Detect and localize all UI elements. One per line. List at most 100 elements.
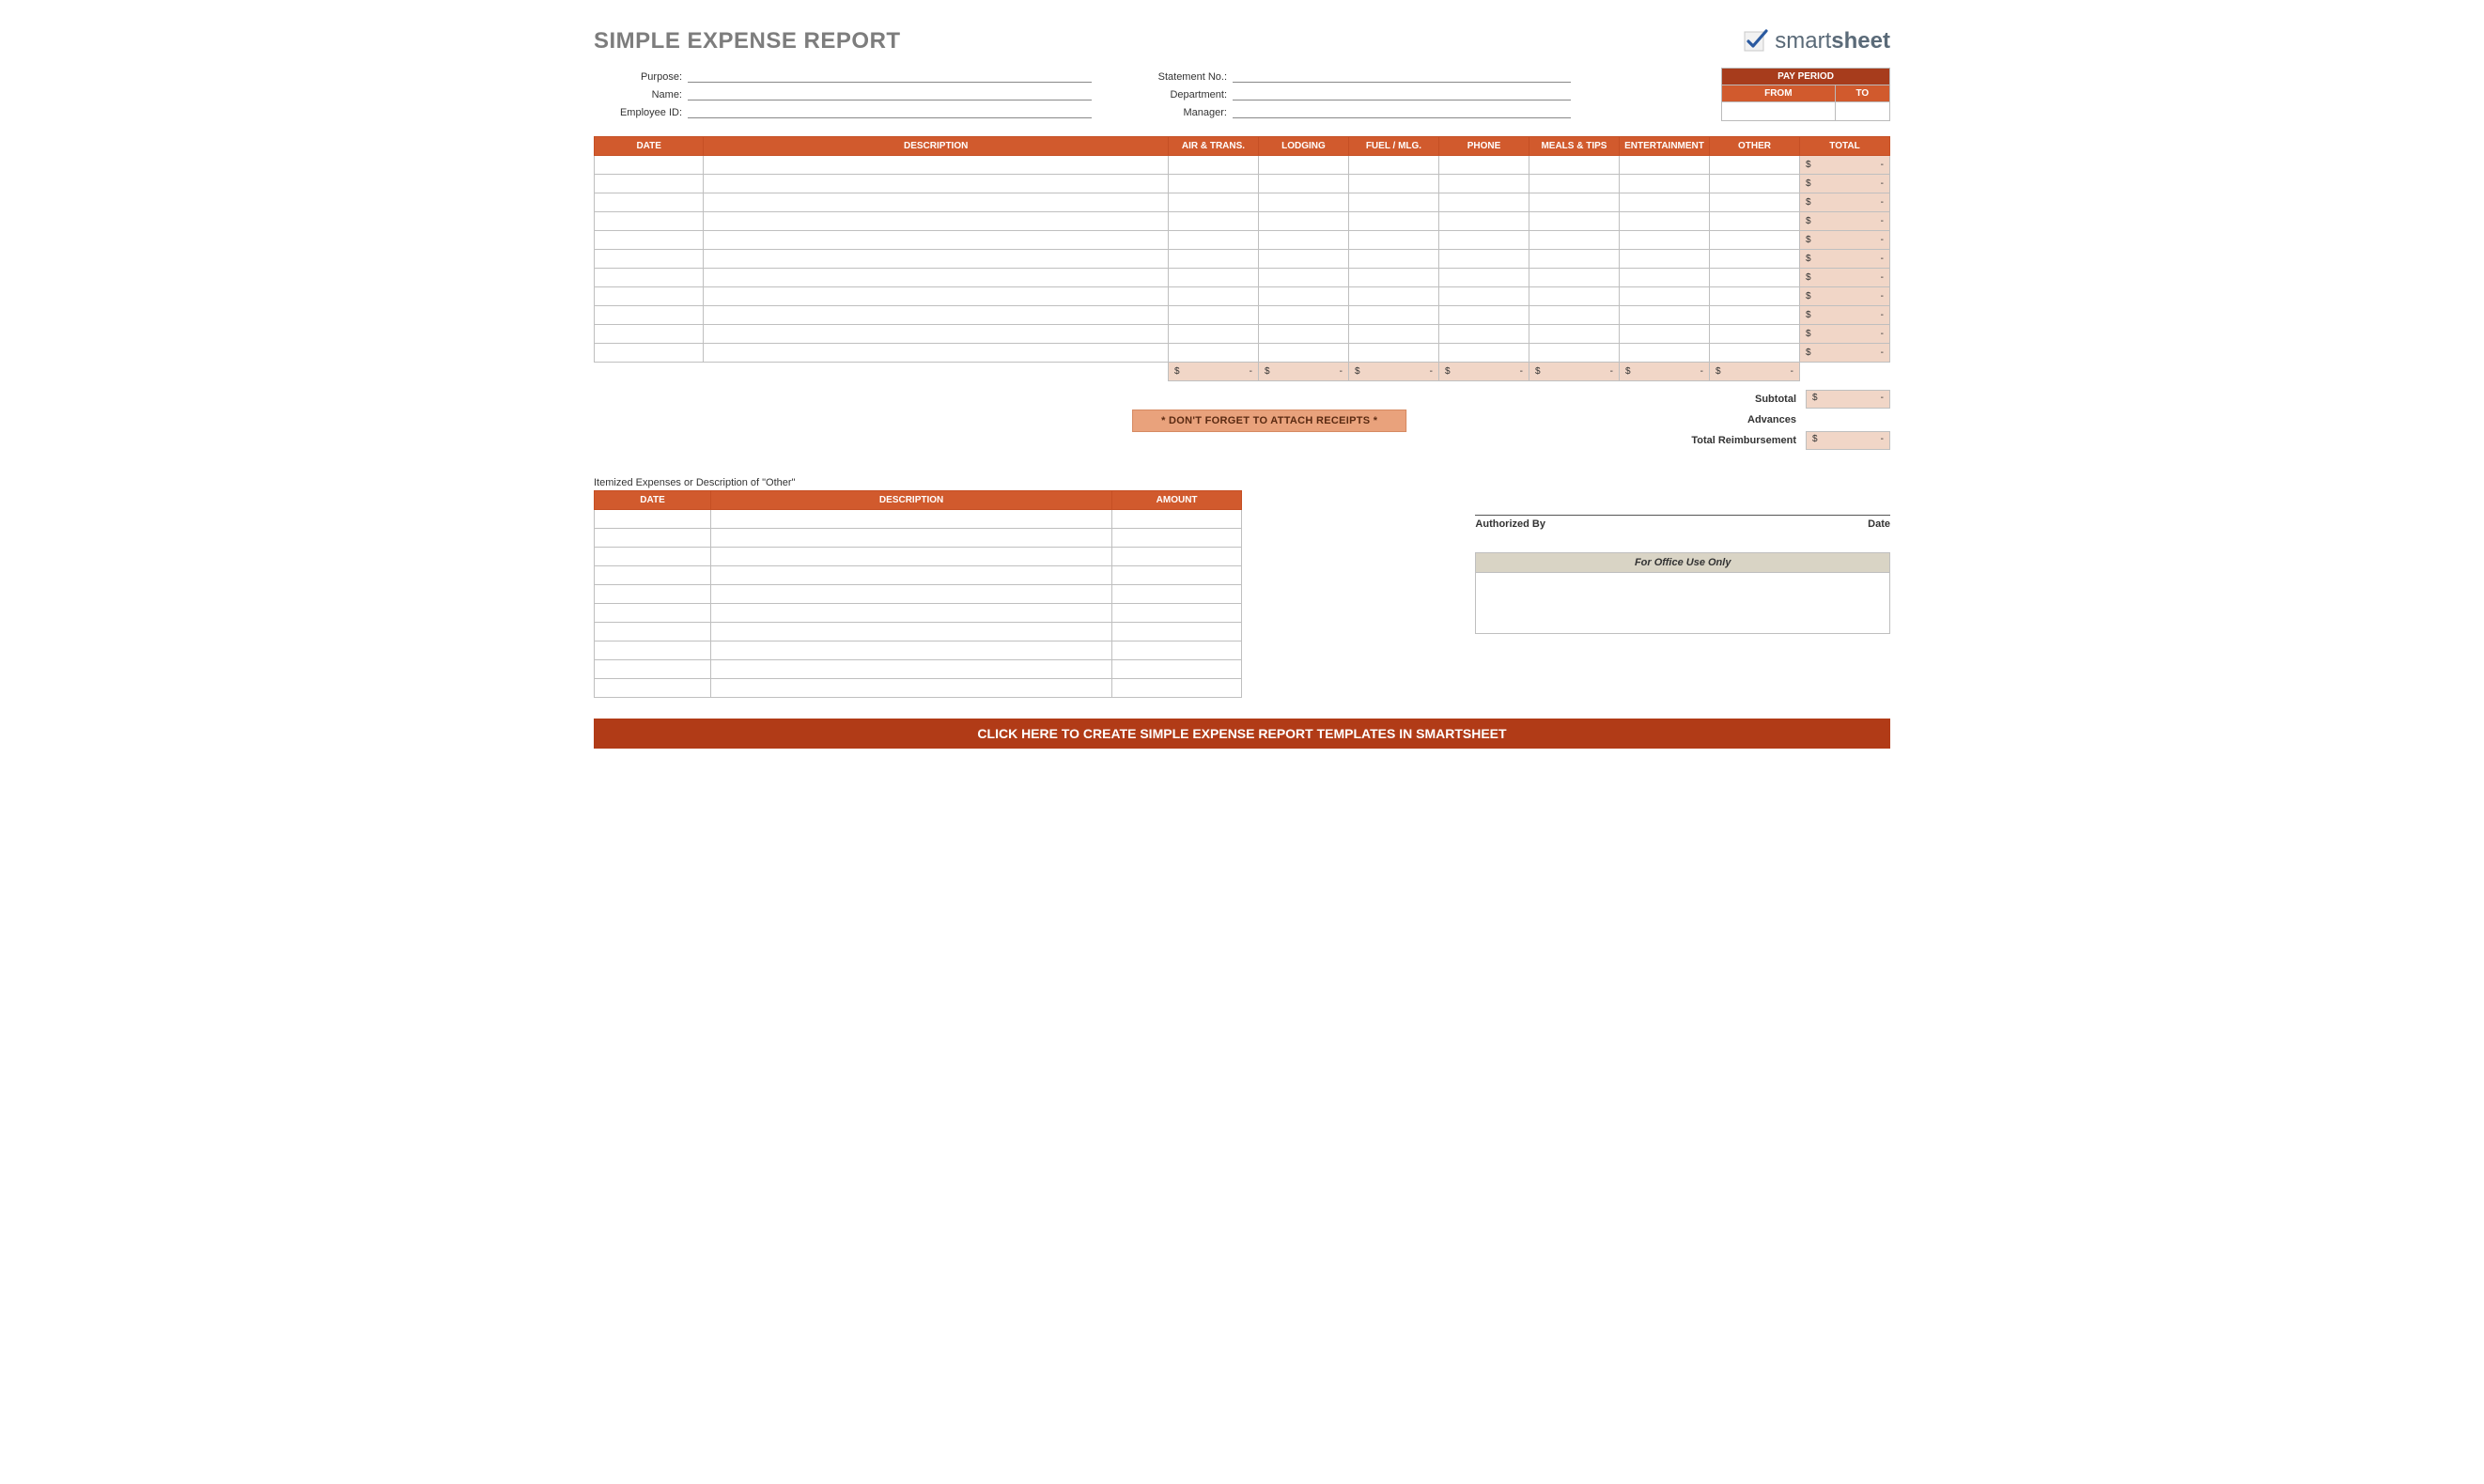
itemized-cell[interactable] bbox=[711, 604, 1112, 623]
expense-cell[interactable] bbox=[1168, 306, 1258, 325]
expense-cell[interactable] bbox=[1348, 212, 1438, 231]
expense-cell[interactable] bbox=[1438, 325, 1529, 344]
itemized-cell[interactable] bbox=[1112, 642, 1242, 660]
office-use-body[interactable] bbox=[1476, 573, 1889, 633]
itemized-cell[interactable] bbox=[711, 548, 1112, 566]
expense-cell[interactable] bbox=[1348, 325, 1438, 344]
expense-cell[interactable] bbox=[1168, 175, 1258, 193]
expense-cell[interactable] bbox=[704, 325, 1169, 344]
expense-cell[interactable] bbox=[1709, 193, 1799, 212]
expense-cell[interactable] bbox=[1709, 344, 1799, 363]
expense-cell[interactable] bbox=[1258, 344, 1348, 363]
expense-cell[interactable] bbox=[704, 306, 1169, 325]
expense-cell[interactable] bbox=[595, 175, 704, 193]
expense-cell[interactable] bbox=[595, 287, 704, 306]
pay-period-from-cell[interactable] bbox=[1722, 102, 1836, 121]
itemized-cell[interactable] bbox=[1112, 548, 1242, 566]
expense-cell[interactable] bbox=[1709, 287, 1799, 306]
expense-cell[interactable] bbox=[1258, 212, 1348, 231]
expense-cell[interactable] bbox=[1438, 306, 1529, 325]
expense-cell[interactable] bbox=[1529, 325, 1619, 344]
expense-cell[interactable] bbox=[704, 231, 1169, 250]
manager-field[interactable] bbox=[1233, 103, 1571, 118]
expense-cell[interactable] bbox=[1348, 269, 1438, 287]
expense-cell[interactable] bbox=[704, 156, 1169, 175]
expense-cell[interactable] bbox=[1619, 156, 1709, 175]
expense-cell[interactable] bbox=[1258, 156, 1348, 175]
expense-cell[interactable] bbox=[1709, 156, 1799, 175]
expense-cell[interactable] bbox=[1168, 344, 1258, 363]
itemized-cell[interactable] bbox=[595, 623, 711, 642]
expense-cell[interactable] bbox=[1438, 344, 1529, 363]
expense-cell[interactable] bbox=[1709, 231, 1799, 250]
expense-cell[interactable] bbox=[1619, 306, 1709, 325]
expense-cell[interactable] bbox=[1348, 306, 1438, 325]
expense-cell[interactable] bbox=[1348, 156, 1438, 175]
expense-cell[interactable] bbox=[1348, 175, 1438, 193]
expense-cell[interactable] bbox=[1438, 175, 1529, 193]
expense-cell[interactable] bbox=[1529, 212, 1619, 231]
itemized-cell[interactable] bbox=[595, 548, 711, 566]
itemized-cell[interactable] bbox=[595, 566, 711, 585]
expense-cell[interactable] bbox=[1348, 250, 1438, 269]
department-field[interactable] bbox=[1233, 85, 1571, 100]
expense-cell[interactable] bbox=[1258, 287, 1348, 306]
expense-cell[interactable] bbox=[1168, 212, 1258, 231]
cta-banner[interactable]: CLICK HERE TO CREATE SIMPLE EXPENSE REPO… bbox=[594, 719, 1890, 749]
expense-cell[interactable] bbox=[1619, 193, 1709, 212]
expense-cell[interactable] bbox=[1619, 325, 1709, 344]
expense-cell[interactable] bbox=[704, 175, 1169, 193]
itemized-cell[interactable] bbox=[595, 679, 711, 698]
itemized-cell[interactable] bbox=[1112, 679, 1242, 698]
expense-cell[interactable] bbox=[595, 212, 704, 231]
expense-cell[interactable] bbox=[1619, 269, 1709, 287]
itemized-cell[interactable] bbox=[595, 585, 711, 604]
itemized-cell[interactable] bbox=[1112, 566, 1242, 585]
expense-cell[interactable] bbox=[595, 193, 704, 212]
expense-cell[interactable] bbox=[704, 212, 1169, 231]
expense-cell[interactable] bbox=[1168, 193, 1258, 212]
expense-cell[interactable] bbox=[1709, 212, 1799, 231]
expense-cell[interactable] bbox=[1529, 156, 1619, 175]
itemized-cell[interactable] bbox=[1112, 660, 1242, 679]
expense-cell[interactable] bbox=[1529, 269, 1619, 287]
expense-cell[interactable] bbox=[704, 269, 1169, 287]
itemized-cell[interactable] bbox=[1112, 510, 1242, 529]
advances-value[interactable] bbox=[1806, 410, 1890, 429]
itemized-cell[interactable] bbox=[1112, 604, 1242, 623]
expense-cell[interactable] bbox=[595, 231, 704, 250]
expense-cell[interactable] bbox=[1168, 231, 1258, 250]
expense-cell[interactable] bbox=[1709, 306, 1799, 325]
expense-cell[interactable] bbox=[1529, 250, 1619, 269]
expense-cell[interactable] bbox=[1348, 231, 1438, 250]
expense-cell[interactable] bbox=[1438, 212, 1529, 231]
expense-cell[interactable] bbox=[595, 344, 704, 363]
itemized-cell[interactable] bbox=[711, 679, 1112, 698]
expense-cell[interactable] bbox=[1438, 231, 1529, 250]
itemized-cell[interactable] bbox=[595, 529, 711, 548]
expense-cell[interactable] bbox=[1619, 231, 1709, 250]
expense-cell[interactable] bbox=[704, 287, 1169, 306]
itemized-cell[interactable] bbox=[1112, 529, 1242, 548]
itemized-cell[interactable] bbox=[711, 623, 1112, 642]
expense-cell[interactable] bbox=[1168, 287, 1258, 306]
expense-cell[interactable] bbox=[1529, 344, 1619, 363]
itemized-cell[interactable] bbox=[595, 510, 711, 529]
itemized-cell[interactable] bbox=[711, 642, 1112, 660]
itemized-cell[interactable] bbox=[711, 510, 1112, 529]
expense-cell[interactable] bbox=[704, 250, 1169, 269]
itemized-cell[interactable] bbox=[711, 529, 1112, 548]
expense-cell[interactable] bbox=[1258, 325, 1348, 344]
expense-cell[interactable] bbox=[595, 269, 704, 287]
statement-no-field[interactable] bbox=[1233, 68, 1571, 83]
expense-cell[interactable] bbox=[1709, 269, 1799, 287]
itemized-cell[interactable] bbox=[1112, 585, 1242, 604]
itemized-cell[interactable] bbox=[595, 642, 711, 660]
name-field[interactable] bbox=[688, 85, 1092, 100]
expense-cell[interactable] bbox=[595, 156, 704, 175]
expense-cell[interactable] bbox=[1619, 287, 1709, 306]
expense-cell[interactable] bbox=[1619, 344, 1709, 363]
itemized-cell[interactable] bbox=[711, 660, 1112, 679]
expense-cell[interactable] bbox=[1348, 193, 1438, 212]
itemized-cell[interactable] bbox=[711, 585, 1112, 604]
